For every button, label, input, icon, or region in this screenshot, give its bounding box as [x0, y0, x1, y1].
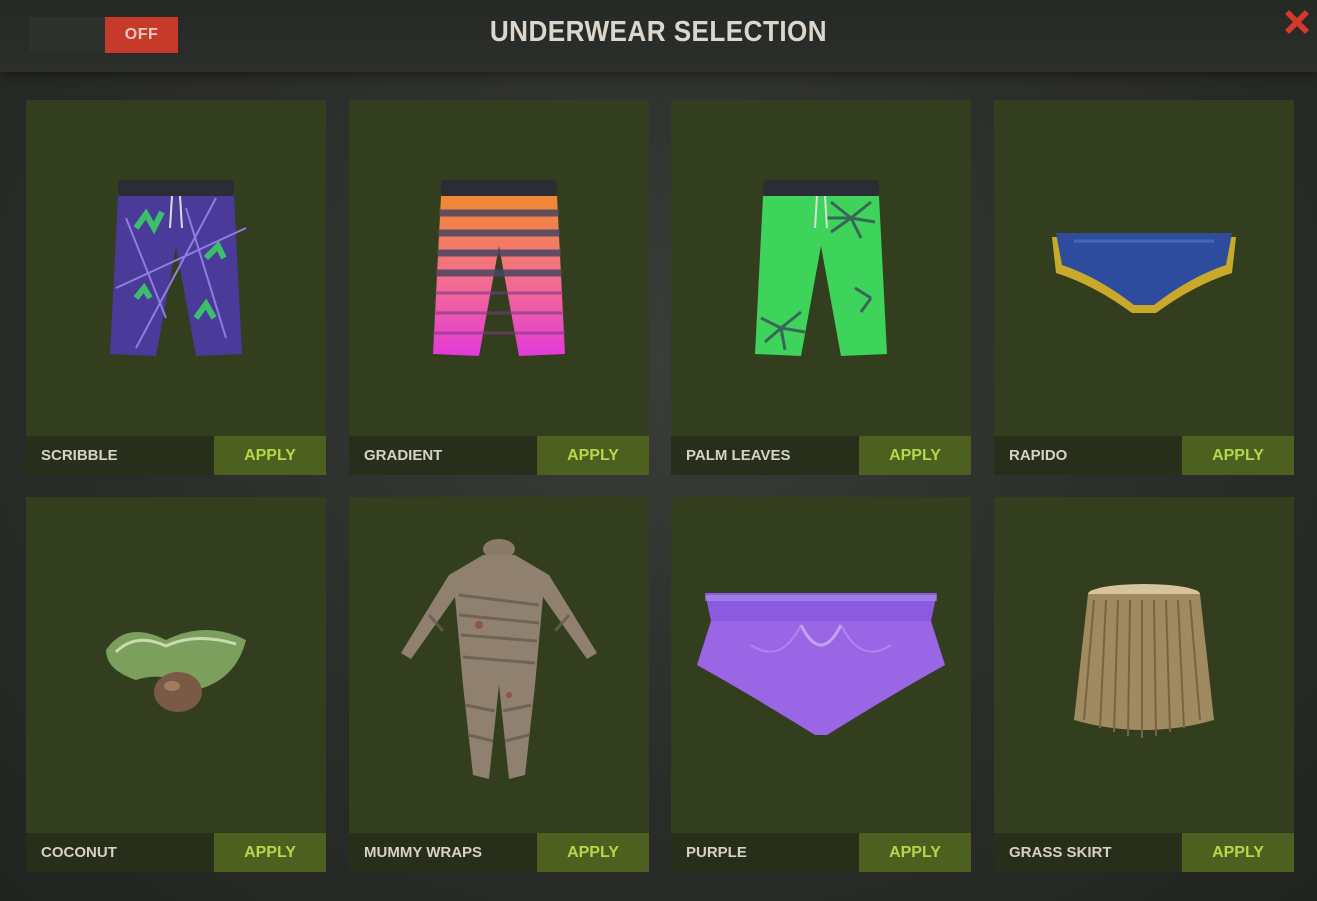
purple-briefs-icon — [671, 497, 971, 833]
apply-button[interactable]: APPLY — [214, 833, 326, 872]
apply-button[interactable]: APPLY — [859, 833, 971, 872]
item-name-label: PURPLE — [671, 833, 859, 872]
item-card-gradient[interactable]: GRADIENT APPLY — [349, 100, 649, 475]
apply-button[interactable]: APPLY — [859, 436, 971, 475]
gradient-shorts-icon — [349, 100, 649, 436]
scribble-shorts-icon — [26, 100, 326, 436]
item-name-label: COCONUT — [26, 833, 214, 872]
close-icon[interactable] — [1279, 4, 1315, 40]
apply-button[interactable]: APPLY — [214, 436, 326, 475]
item-card-scribble[interactable]: SCRIBBLE APPLY — [26, 100, 326, 475]
item-card-rapido[interactable]: RAPIDO APPLY — [994, 100, 1294, 475]
item-name-label: RAPIDO — [994, 436, 1182, 475]
item-name-label: SCRIBBLE — [26, 436, 214, 475]
page-title: UNDERWEAR SELECTION — [489, 16, 828, 48]
mummy-wraps-suit-icon — [349, 497, 649, 833]
rapido-briefs-icon — [994, 100, 1294, 436]
item-card-palm-leaves[interactable]: PALM LEAVES APPLY — [671, 100, 971, 475]
apply-button[interactable]: APPLY — [537, 436, 649, 475]
item-card-grass-skirt[interactable]: GRASS SKIRT APPLY — [994, 497, 1294, 872]
palm-leaves-shorts-icon — [671, 100, 971, 436]
apply-button[interactable]: APPLY — [537, 833, 649, 872]
item-name-label: PALM LEAVES — [671, 436, 859, 475]
item-name-label: MUMMY WRAPS — [349, 833, 537, 872]
grass-skirt-icon — [994, 497, 1294, 833]
apply-button[interactable]: APPLY — [1182, 436, 1294, 475]
item-card-purple[interactable]: PURPLE APPLY — [671, 497, 971, 872]
item-card-mummy-wraps[interactable]: MUMMY WRAPS APPLY — [349, 497, 649, 872]
coconut-bikini-icon — [26, 497, 326, 833]
item-card-coconut[interactable]: COCONUT APPLY — [26, 497, 326, 872]
apply-button[interactable]: APPLY — [1182, 833, 1294, 872]
item-name-label: GRASS SKIRT — [994, 833, 1182, 872]
item-name-label: GRADIENT — [349, 436, 537, 475]
header-bar: OFF UNDERWEAR SELECTION — [0, 0, 1317, 72]
